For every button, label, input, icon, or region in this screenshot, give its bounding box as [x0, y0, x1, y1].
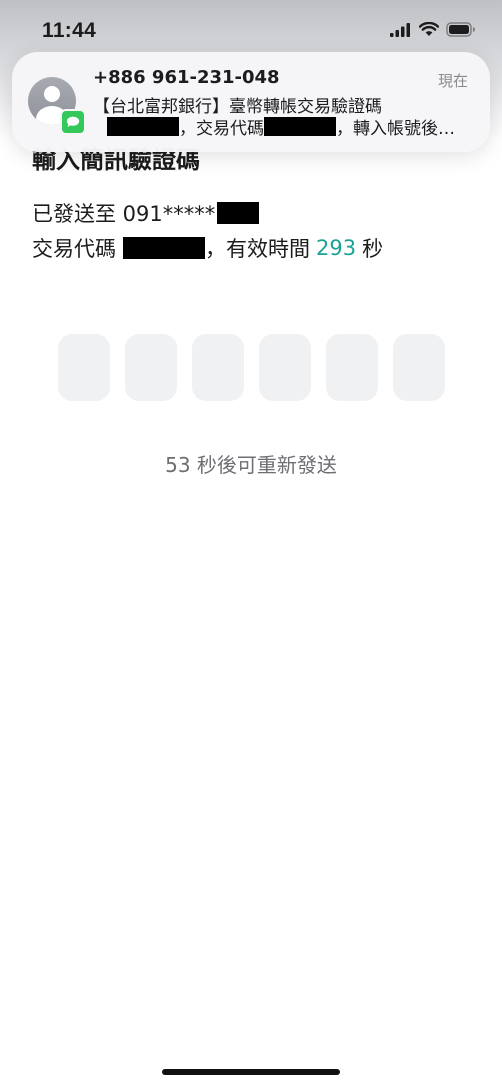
- cellular-signal-icon: [390, 22, 410, 37]
- status-time: 11:44: [42, 19, 97, 42]
- redacted-otp-code: [107, 117, 179, 136]
- seconds-unit: 秒: [362, 237, 384, 261]
- otp-digit-box-3[interactable]: [192, 334, 244, 401]
- resend-countdown: 53 秒後可重新發送: [165, 453, 337, 477]
- transaction-code-label: 交易代碼: [32, 237, 116, 261]
- transaction-code-line: 交易代碼 ，有效時間 293 秒: [32, 233, 383, 263]
- otp-digit-box-2[interactable]: [125, 334, 177, 401]
- redacted-notification-transaction-code: [264, 117, 336, 136]
- otp-digit-box-1[interactable]: [58, 334, 110, 401]
- notification-code-label: ，交易代碼: [179, 119, 264, 139]
- redacted-transaction-code: [123, 237, 205, 259]
- validity-label: ，有效時間: [205, 237, 310, 261]
- battery-icon: [446, 22, 475, 37]
- sent-to-line: 已發送至 091*****: [32, 198, 260, 228]
- otp-digit-box-6[interactable]: [393, 334, 445, 401]
- messages-icon: [60, 109, 86, 135]
- notification-body-line2: ，交易代碼 ，轉入帳號後…: [93, 114, 478, 139]
- notification-sender: +886 961-231-048: [93, 67, 280, 88]
- notification-body-tail: ，轉入帳號後…: [336, 119, 455, 139]
- redacted-phone-suffix: [217, 202, 260, 224]
- status-icons: [390, 22, 476, 37]
- sms-notification-banner[interactable]: +886 961-231-048 現在 【台北富邦銀行】臺幣轉帳交易驗證碼 ，交…: [12, 52, 490, 152]
- otp-digit-box-4[interactable]: [259, 334, 311, 401]
- wifi-icon: [419, 22, 439, 36]
- otp-digit-box-5[interactable]: [326, 334, 378, 401]
- notification-time: 現在: [437, 72, 468, 90]
- home-indicator[interactable]: [162, 1069, 340, 1075]
- otp-input-row[interactable]: [58, 334, 445, 401]
- sent-to-text: 已發送至 091*****: [32, 202, 216, 226]
- validity-countdown: 293: [316, 236, 357, 260]
